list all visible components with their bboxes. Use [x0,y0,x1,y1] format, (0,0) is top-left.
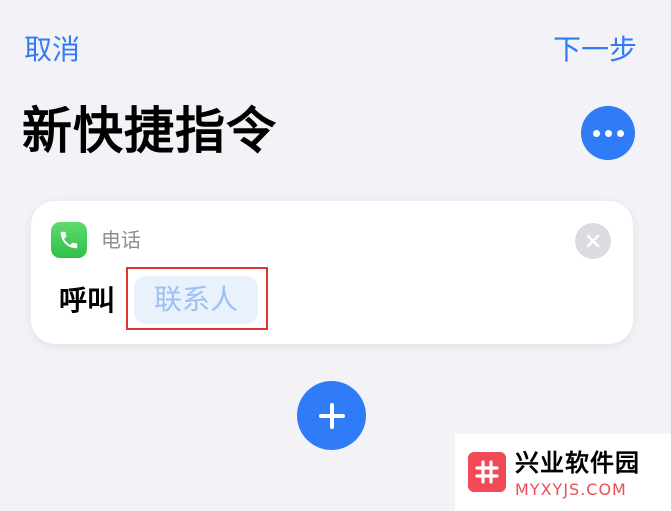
next-button[interactable]: 下一步 [553,30,637,70]
page-title: 新快捷指令 [22,102,277,160]
action-card: 电话 呼叫 联系人 [31,201,633,344]
action-text: 呼叫 [59,284,116,317]
app-label: 电话 [101,228,141,252]
watermark-name: 兴业软件园 [515,449,640,477]
watermark: 兴业软件园 MYXYJS.COM [455,434,671,511]
more-icon [592,129,600,137]
highlight-box [126,267,268,330]
cancel-button[interactable]: 取消 [24,30,80,70]
more-button[interactable] [581,106,635,160]
close-icon [586,234,600,248]
watermark-domain: MYXYJS.COM [515,480,627,499]
add-action-button[interactable] [297,381,366,450]
hash-icon [468,452,506,492]
plus-icon [318,402,345,429]
close-button[interactable] [575,223,611,259]
phone-icon [51,222,87,258]
